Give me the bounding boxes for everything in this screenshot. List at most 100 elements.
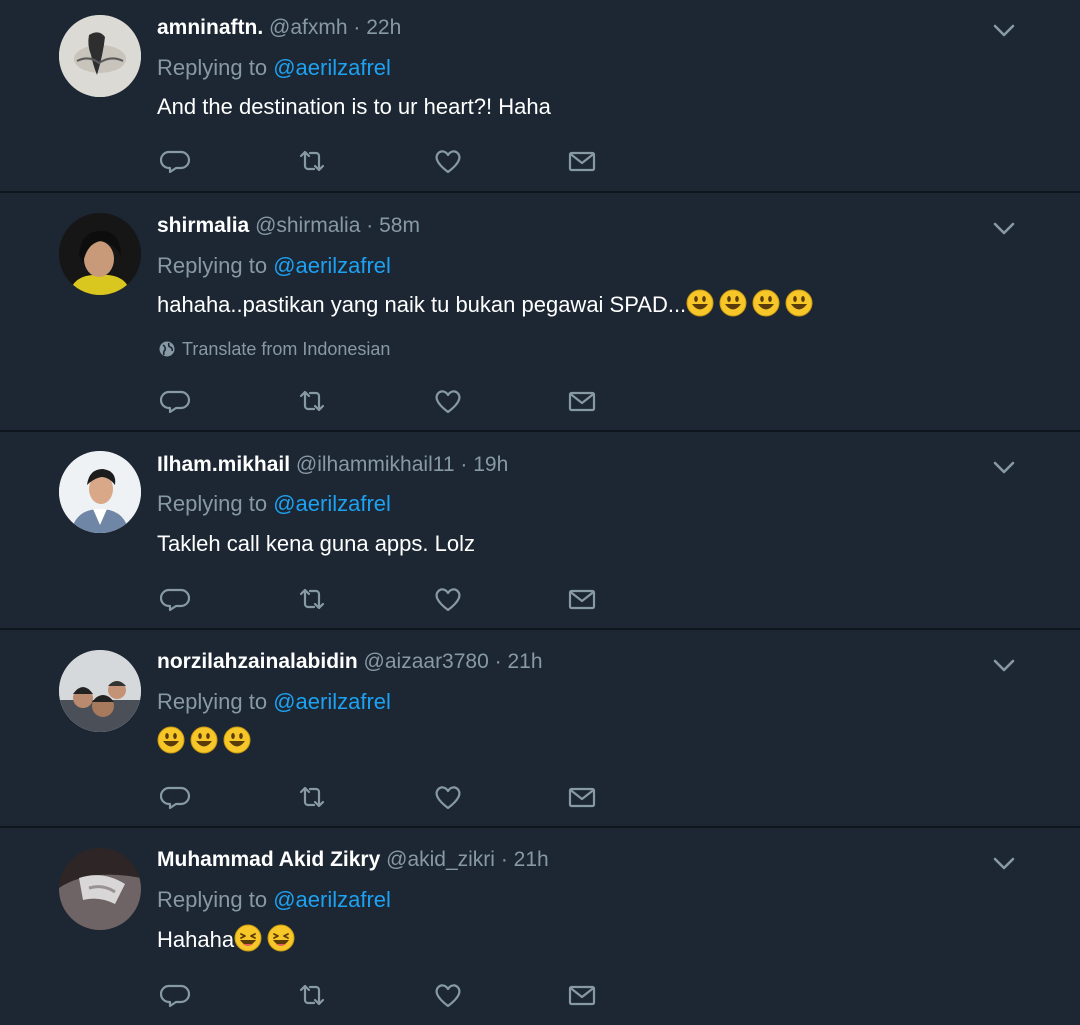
tweet-text [157, 726, 256, 756]
chevron-down-icon[interactable] [990, 214, 1018, 242]
tweet-text: hahaha..pastikan yang naik tu bukan pega… [157, 289, 818, 319]
heart-icon[interactable] [432, 145, 464, 177]
replying-to-label: Replying to [157, 887, 268, 912]
grinning-face-icon [157, 726, 185, 754]
tweet-header: Ilham.mikhail @ilhammikhail11 · 19h [157, 451, 508, 479]
heart-icon[interactable] [432, 385, 464, 417]
tweet-text-content: Hahaha [157, 927, 235, 952]
tweet-header: Muhammad Akid Zikry @akid_zikri · 21h [157, 846, 549, 874]
tweet-text: Hahaha [157, 924, 300, 954]
tweet-item[interactable]: shirmalia @shirmalia · 58m Replying to @… [0, 193, 1080, 432]
chevron-down-icon[interactable] [990, 651, 1018, 679]
tweet-header: norzilahzainalabidin @aizaar3780 · 21h [157, 648, 543, 676]
retweet-icon[interactable] [296, 979, 328, 1011]
envelope-icon[interactable] [566, 781, 598, 813]
separator-dot: · [500, 848, 508, 871]
heart-icon[interactable] [432, 781, 464, 813]
envelope-icon[interactable] [566, 145, 598, 177]
tweet-item[interactable]: norzilahzainalabidin @aizaar3780 · 21h R… [0, 630, 1080, 828]
avatar[interactable] [59, 15, 141, 97]
tweet-header: shirmalia @shirmalia · 58m [157, 212, 420, 240]
chevron-down-icon[interactable] [990, 16, 1018, 44]
heart-icon[interactable] [432, 583, 464, 615]
grinning-face-icon [223, 726, 251, 754]
envelope-icon[interactable] [566, 583, 598, 615]
user-handle[interactable]: @afxmh [269, 16, 348, 39]
timestamp[interactable]: 19h [473, 453, 508, 476]
tweet-text-content: Takleh call kena guna apps. Lolz [157, 531, 475, 556]
reply-icon[interactable] [160, 781, 192, 813]
avatar[interactable] [59, 650, 141, 732]
retweet-icon[interactable] [296, 583, 328, 615]
replying-to: Replying to @aerilzafrel [157, 490, 391, 518]
tweet-item[interactable]: Ilham.mikhail @ilhammikhail11 · 19h Repl… [0, 432, 1080, 630]
tweet-text-content: And the destination is to ur heart?! Hah… [157, 94, 551, 119]
grinning-face-icon [719, 289, 747, 317]
tweet-text-content: hahaha..pastikan yang naik tu bukan pega… [157, 292, 687, 317]
replying-to: Replying to @aerilzafrel [157, 886, 391, 914]
reply-icon[interactable] [160, 385, 192, 417]
tweet-actions [160, 145, 620, 177]
display-name[interactable]: Ilham.mikhail [157, 453, 290, 476]
separator-dot: · [353, 16, 361, 39]
heart-icon[interactable] [432, 979, 464, 1011]
retweet-icon[interactable] [296, 145, 328, 177]
timestamp[interactable]: 21h [514, 848, 549, 871]
replying-to-label: Replying to [157, 689, 268, 714]
globe-icon [158, 340, 176, 358]
timestamp[interactable]: 21h [507, 650, 542, 673]
replying-to-label: Replying to [157, 253, 268, 278]
tweet-actions [160, 583, 620, 615]
replying-to-label: Replying to [157, 55, 268, 80]
mention-link[interactable]: @aerilzafrel [273, 55, 391, 80]
replying-to-label: Replying to [157, 491, 268, 516]
tweet-item[interactable]: Muhammad Akid Zikry @akid_zikri · 21h Re… [0, 828, 1080, 1025]
laughing-face-icon [267, 924, 295, 952]
display-name[interactable]: Muhammad Akid Zikry [157, 848, 380, 871]
separator-dot: · [460, 453, 468, 476]
tweet-header: amninaftn. @afxmh · 22h [157, 14, 401, 42]
replying-to: Replying to @aerilzafrel [157, 54, 391, 82]
mention-link[interactable]: @aerilzafrel [273, 887, 391, 912]
translate-label[interactable]: Translate from Indonesian [182, 339, 390, 359]
retweet-icon[interactable] [296, 385, 328, 417]
tweet-actions [160, 385, 620, 417]
grinning-face-icon [190, 726, 218, 754]
user-handle[interactable]: @shirmalia [255, 214, 360, 237]
tweet-actions [160, 781, 620, 813]
reply-icon[interactable] [160, 979, 192, 1011]
reply-icon[interactable] [160, 145, 192, 177]
chevron-down-icon[interactable] [990, 453, 1018, 481]
replying-to: Replying to @aerilzafrel [157, 688, 391, 716]
user-handle[interactable]: @ilhammikhail11 [296, 453, 455, 476]
timestamp[interactable]: 58m [379, 214, 420, 237]
laughing-face-icon [234, 924, 262, 952]
envelope-icon[interactable] [566, 385, 598, 417]
separator-dot: · [494, 650, 502, 673]
user-handle[interactable]: @akid_zikri [386, 848, 495, 871]
retweet-icon[interactable] [296, 781, 328, 813]
translate-link[interactable]: Translate from Indonesian [158, 337, 390, 361]
grinning-face-icon [686, 289, 714, 317]
avatar[interactable] [59, 451, 141, 533]
tweet-actions [160, 979, 620, 1011]
display-name[interactable]: amninaftn. [157, 16, 263, 39]
avatar[interactable] [59, 848, 141, 930]
tweet-text: Takleh call kena guna apps. Lolz [157, 529, 475, 559]
avatar[interactable] [59, 213, 141, 295]
grinning-face-icon [785, 289, 813, 317]
separator-dot: · [366, 214, 374, 237]
mention-link[interactable]: @aerilzafrel [273, 689, 391, 714]
display-name[interactable]: norzilahzainalabidin [157, 650, 358, 673]
envelope-icon[interactable] [566, 979, 598, 1011]
tweet-item[interactable]: amninaftn. @afxmh · 22h Replying to @aer… [0, 0, 1080, 193]
chevron-down-icon[interactable] [990, 849, 1018, 877]
timestamp[interactable]: 22h [366, 16, 401, 39]
reply-icon[interactable] [160, 583, 192, 615]
display-name[interactable]: shirmalia [157, 214, 249, 237]
mention-link[interactable]: @aerilzafrel [273, 253, 391, 278]
grinning-face-icon [752, 289, 780, 317]
user-handle[interactable]: @aizaar3780 [364, 650, 489, 673]
mention-link[interactable]: @aerilzafrel [273, 491, 391, 516]
replying-to: Replying to @aerilzafrel [157, 252, 391, 280]
